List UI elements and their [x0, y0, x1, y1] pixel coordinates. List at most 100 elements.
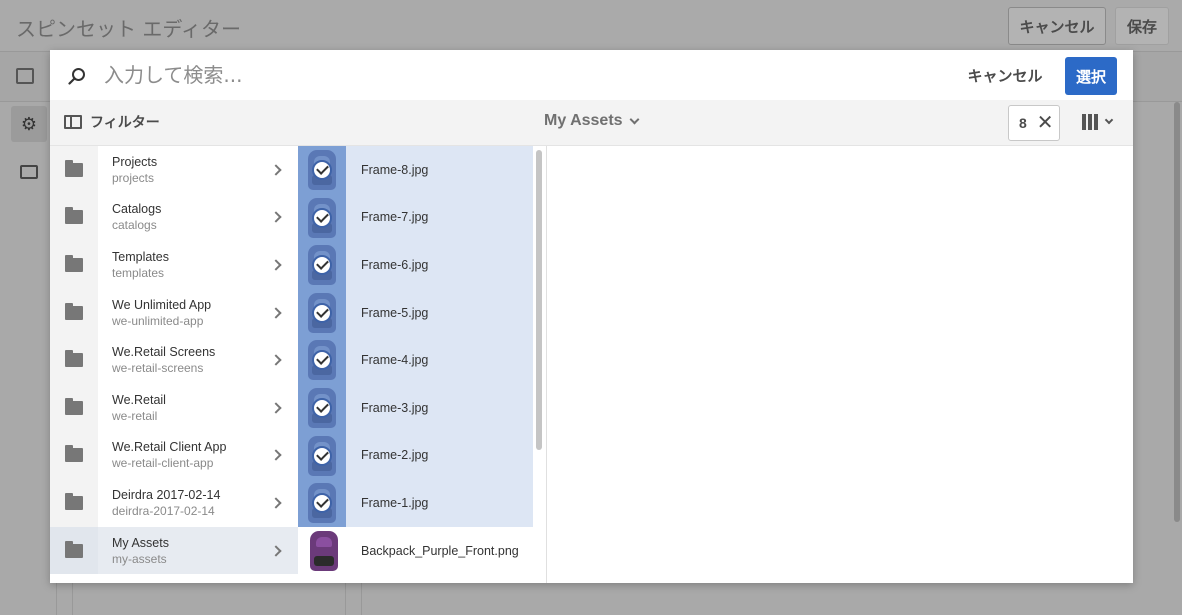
checkmark-icon[interactable]	[312, 302, 332, 323]
folder-path: we-retail-screens	[112, 361, 204, 376]
picker-cancel-button[interactable]: キャンセル	[955, 59, 1055, 91]
folder-title: Catalogs	[112, 202, 162, 217]
folder-cell	[50, 288, 98, 337]
asset-thumbnail[interactable]	[298, 336, 346, 384]
folder-cell	[50, 526, 98, 575]
folder-path: deirdra-2017-02-14	[112, 503, 215, 518]
folder-item[interactable]: Templates templates	[50, 241, 298, 289]
asset-item[interactable]: Frame-1.jpg	[298, 479, 533, 527]
asset-item[interactable]: Frame-4.jpg	[298, 336, 533, 384]
search-input[interactable]	[104, 59, 704, 91]
asset-item[interactable]: Frame-6.jpg	[298, 241, 533, 289]
column-scrollbar[interactable]	[536, 150, 542, 450]
folder-title: My Assets	[112, 535, 169, 550]
asset-name: Frame-7.jpg	[361, 210, 429, 225]
column-view-icon	[1082, 114, 1098, 130]
folder-item[interactable]: Catalogs catalogs	[50, 193, 298, 242]
folder-cell	[50, 146, 98, 194]
folder-item[interactable]: We.Retail we-retail	[50, 383, 298, 432]
folder-text: My Assets my-assets	[112, 535, 272, 567]
asset-item[interactable]: Backpack_Purple_Front.png	[298, 527, 533, 575]
asset-thumbnail[interactable]	[298, 193, 346, 242]
folder-text: We.Retail we-retail	[112, 392, 272, 424]
folder-cell	[50, 193, 98, 242]
asset-item[interactable]: Frame-8.jpg	[298, 146, 533, 194]
folder-item[interactable]: We.Retail Client App we-retail-client-app	[50, 431, 298, 480]
asset-thumbnail[interactable]	[298, 431, 346, 480]
search-icon	[68, 68, 85, 85]
asset-name: Frame-6.jpg	[361, 257, 429, 272]
asset-item[interactable]: Frame-3.jpg	[298, 383, 533, 432]
selection-count-badge[interactable]: 8 ✕	[1008, 105, 1060, 141]
editor-cancel-button[interactable]: キャンセル	[1008, 7, 1106, 45]
editor-canvas	[72, 582, 346, 615]
settings-gear-icon[interactable]: ⚙	[11, 106, 47, 142]
filter-toggle-button[interactable]: フィルター	[64, 110, 160, 134]
folder-icon	[65, 492, 83, 510]
location-dropdown[interactable]: My Assets	[544, 112, 640, 130]
asset-picker-dialog: キャンセル 選択 フィルター My Assets 8 ✕ Projectspro…	[50, 50, 1133, 583]
folder-text: Catalogs catalogs	[112, 201, 272, 233]
folder-text: We.Retail Screens we-retail-screens	[112, 344, 272, 376]
picker-toolbar: フィルター My Assets 8 ✕	[50, 100, 1133, 146]
folder-title: We.Retail Client App	[112, 440, 227, 455]
folder-text: Templates templates	[112, 249, 272, 281]
asset-name: Frame-2.jpg	[361, 448, 429, 463]
folder-text: We.Retail Client App we-retail-client-app	[112, 439, 272, 471]
folder-path: catalogs	[112, 218, 157, 233]
selection-count: 8	[1019, 115, 1027, 131]
editor-header: スピンセット エディター キャンセル 保存	[0, 0, 1182, 52]
folder-path: we-retail	[112, 408, 158, 423]
checkmark-icon[interactable]	[312, 445, 332, 466]
editor-scrollbar[interactable]	[1174, 102, 1180, 522]
folder-cell	[50, 431, 98, 480]
asset-item[interactable]: Frame-2.jpg	[298, 431, 533, 480]
chevron-right-icon	[270, 259, 282, 271]
folder-icon	[65, 445, 83, 463]
folder-path: my-assets	[112, 551, 167, 566]
chevron-down-icon	[1104, 115, 1114, 125]
asset-thumbnail[interactable]	[298, 241, 346, 289]
chevron-right-icon	[270, 544, 282, 557]
asset-thumbnail[interactable]	[298, 479, 346, 527]
checkmark-icon[interactable]	[312, 207, 332, 228]
folder-item[interactable]: We.Retail Screens we-retail-screens	[50, 336, 298, 384]
checkmark-icon[interactable]	[312, 160, 332, 180]
folder-title: Templates	[112, 249, 169, 264]
asset-thumbnail[interactable]	[298, 146, 346, 194]
chevron-down-icon	[629, 114, 640, 124]
folder-text: Deirdra 2017-02-14 deirdra-2017-02-14	[112, 487, 272, 519]
asset-item[interactable]: Frame-7.jpg	[298, 193, 533, 242]
select-button[interactable]: 選択	[1065, 57, 1117, 95]
folder-title: We.Retail	[112, 392, 166, 407]
asset-name: Frame-8.jpg	[361, 162, 429, 177]
folder-item[interactable]: Deirdra 2017-02-14 deirdra-2017-02-14	[50, 479, 298, 527]
folder-item[interactable]: We Unlimited App we-unlimited-app	[50, 288, 298, 337]
folder-icon	[65, 302, 83, 320]
folder-cell	[50, 241, 98, 289]
folder-cell	[50, 383, 98, 432]
folder-title: Deirdra 2017-02-14	[112, 487, 221, 502]
checkmark-icon[interactable]	[312, 397, 332, 418]
view-switcher[interactable]	[1082, 114, 1114, 130]
folder-item[interactable]: My Assets my-assets	[50, 526, 298, 575]
folder-cell	[50, 336, 98, 384]
folder-icon	[65, 159, 83, 177]
folder-path: we-unlimited-app	[112, 313, 204, 328]
close-icon[interactable]: ✕	[1037, 113, 1054, 133]
asset-thumbnail[interactable]	[298, 383, 346, 432]
chevron-right-icon	[270, 354, 282, 366]
folder-item[interactable]: Projects projects	[50, 146, 298, 194]
asset-thumbnail[interactable]	[298, 288, 346, 337]
folder-title: We.Retail Screens	[112, 345, 216, 360]
editor-save-button[interactable]: 保存	[1115, 7, 1169, 45]
filter-label: フィルター	[90, 115, 160, 131]
folder-path: we-retail-client-app	[112, 456, 214, 471]
folder-title: Projects	[112, 154, 158, 169]
asset-item[interactable]: Frame-5.jpg	[298, 288, 533, 337]
backpack-thumbnail-image	[310, 530, 338, 571]
image-icon[interactable]	[11, 154, 47, 190]
folder-column: Projects projects Catalogs catalogs Template…	[50, 146, 298, 583]
asset-name: Backpack_Purple_Front.png	[361, 543, 519, 558]
asset-thumbnail[interactable]	[298, 527, 346, 575]
